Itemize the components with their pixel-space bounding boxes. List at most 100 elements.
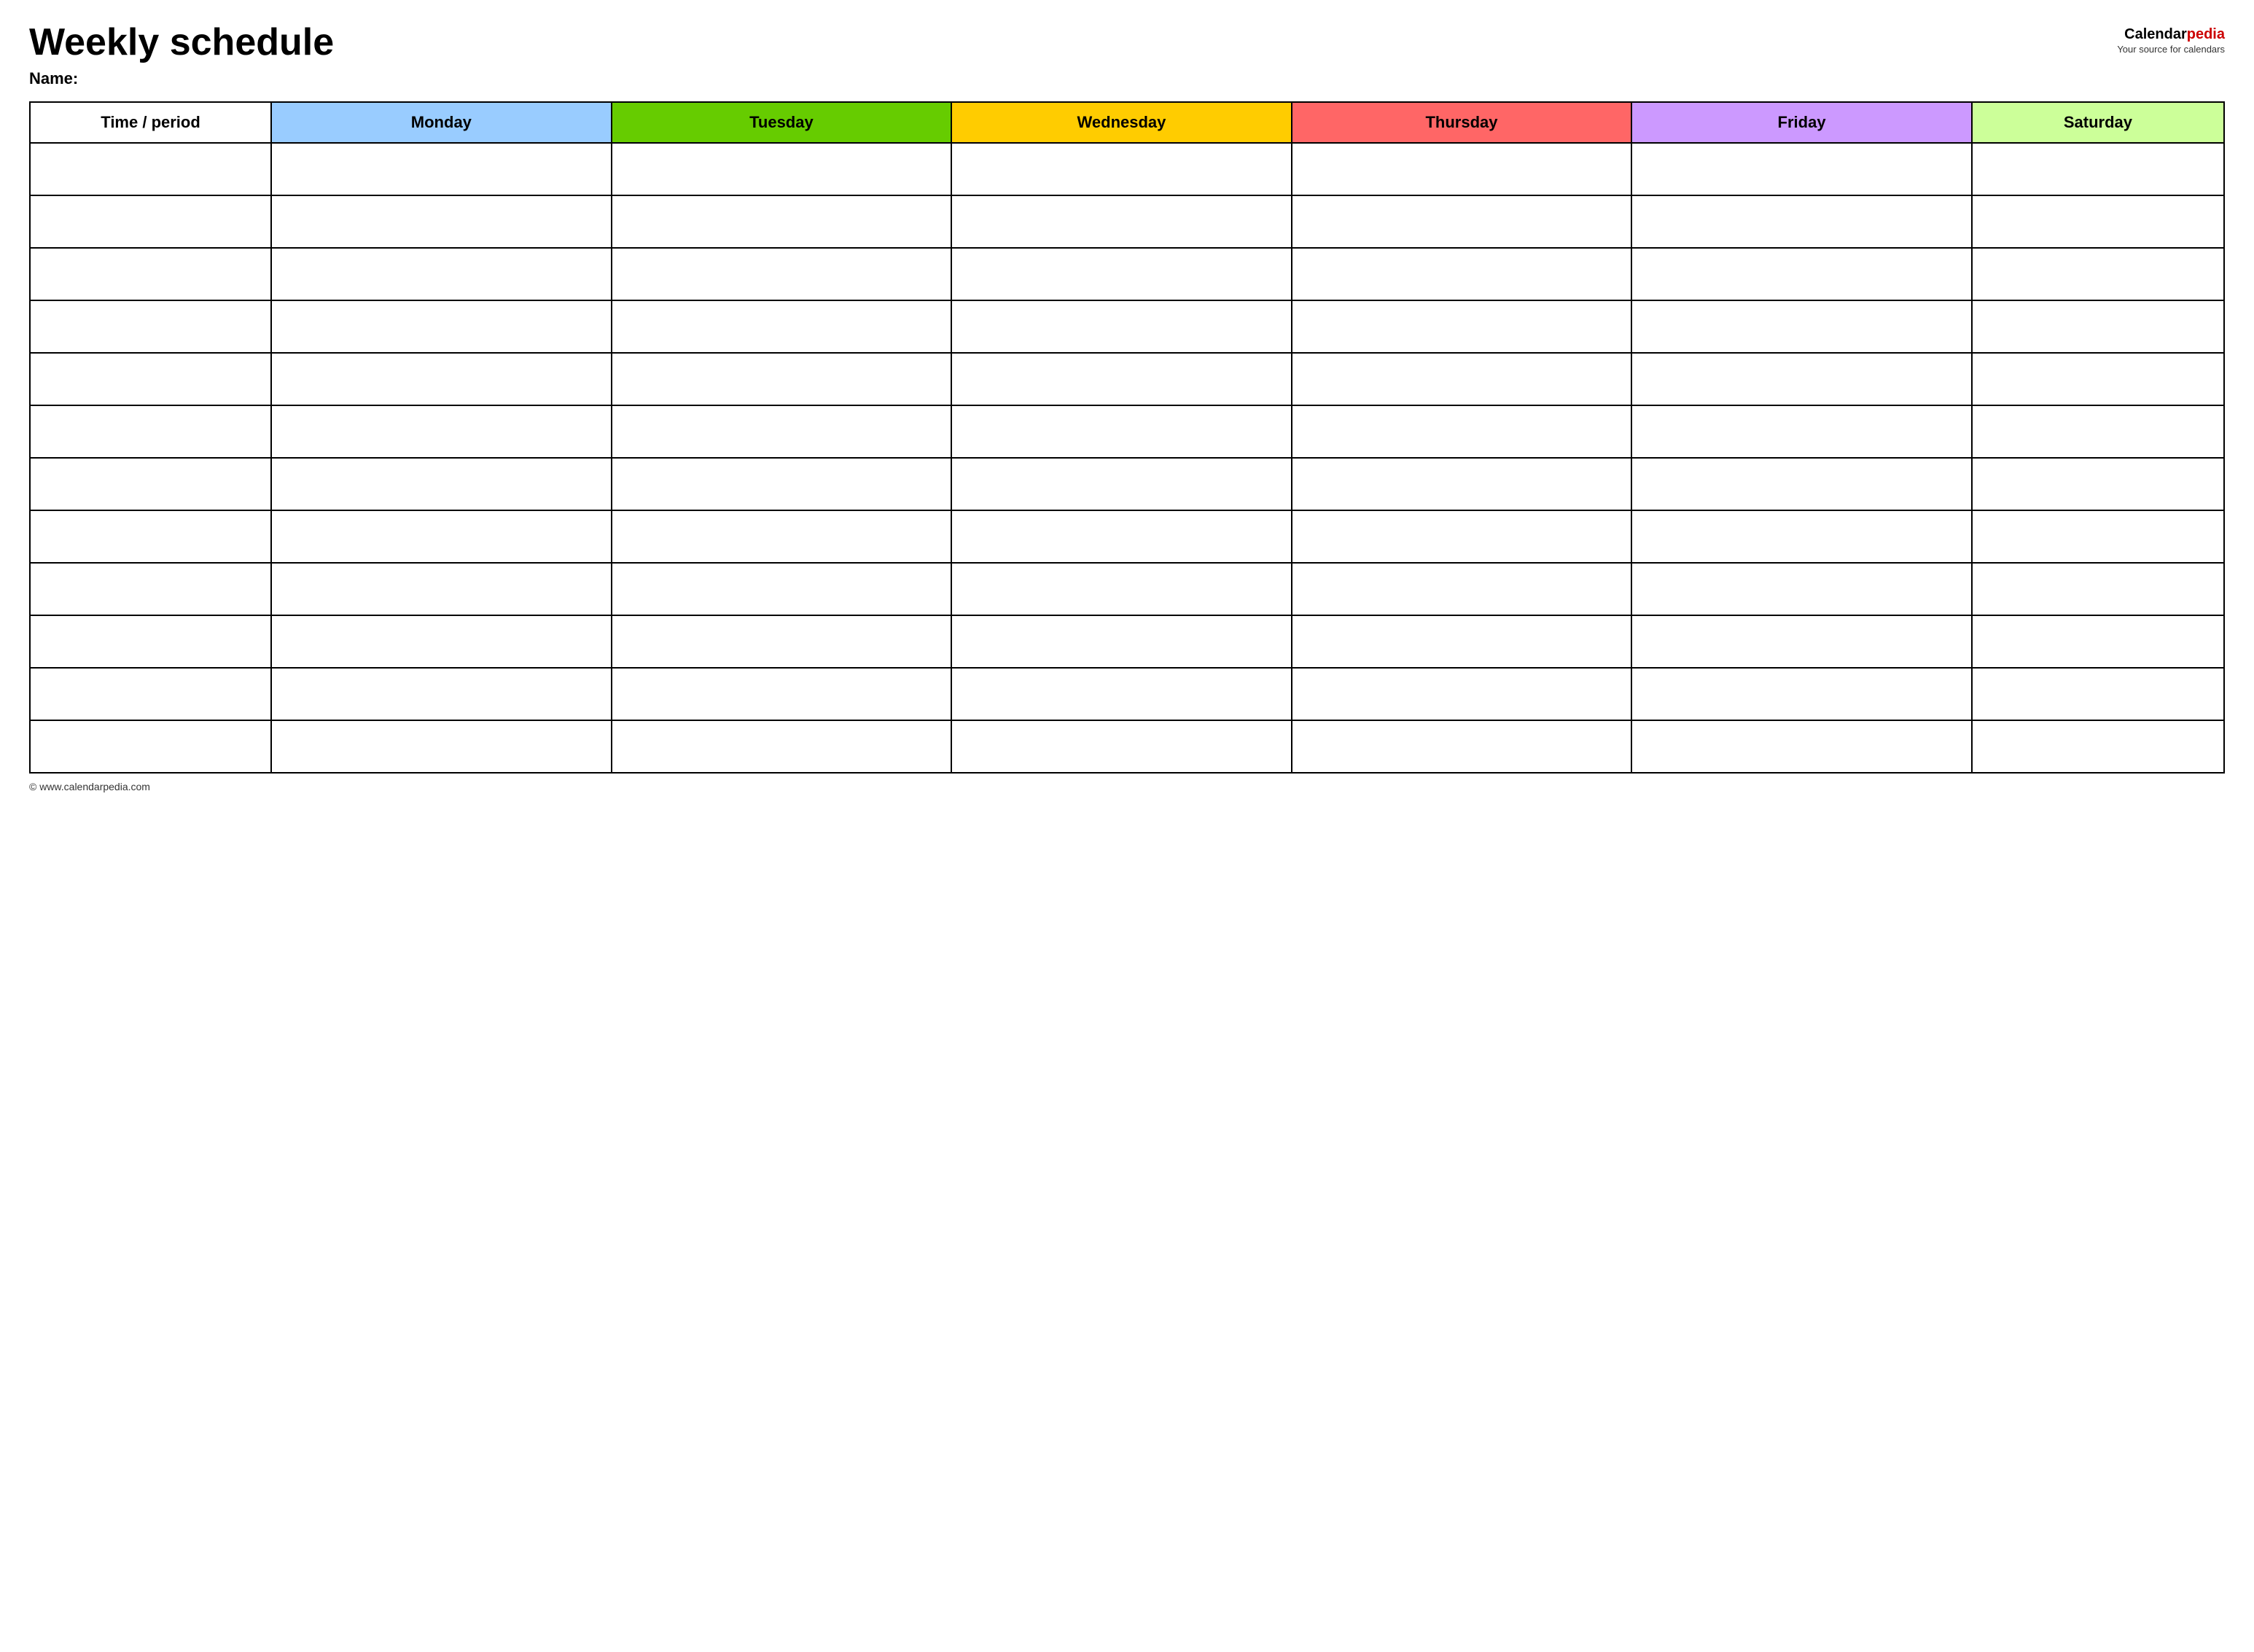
- schedule-cell[interactable]: [1631, 510, 1972, 563]
- schedule-cell[interactable]: [951, 300, 1292, 353]
- table-row: [30, 615, 2224, 668]
- time-cell[interactable]: [30, 405, 271, 458]
- schedule-cell[interactable]: [1972, 510, 2224, 563]
- schedule-cell[interactable]: [1631, 143, 1972, 195]
- schedule-cell[interactable]: [612, 458, 952, 510]
- schedule-cell[interactable]: [271, 248, 612, 300]
- table-row: [30, 143, 2224, 195]
- table-row: [30, 668, 2224, 720]
- schedule-cell[interactable]: [951, 143, 1292, 195]
- schedule-cell[interactable]: [612, 615, 952, 668]
- schedule-cell[interactable]: [612, 510, 952, 563]
- schedule-cell[interactable]: [1972, 143, 2224, 195]
- schedule-cell[interactable]: [271, 353, 612, 405]
- col-header-wednesday: Wednesday: [951, 102, 1292, 143]
- col-header-tuesday: Tuesday: [612, 102, 952, 143]
- schedule-cell[interactable]: [1972, 563, 2224, 615]
- schedule-cell[interactable]: [612, 353, 952, 405]
- time-cell[interactable]: [30, 615, 271, 668]
- schedule-cell[interactable]: [951, 720, 1292, 773]
- schedule-cell[interactable]: [1972, 195, 2224, 248]
- schedule-cell[interactable]: [271, 300, 612, 353]
- schedule-cell[interactable]: [1972, 458, 2224, 510]
- schedule-cell[interactable]: [1292, 405, 1632, 458]
- schedule-cell[interactable]: [271, 720, 612, 773]
- schedule-cell[interactable]: [1631, 353, 1972, 405]
- schedule-cell[interactable]: [1631, 458, 1972, 510]
- schedule-cell[interactable]: [951, 353, 1292, 405]
- schedule-cell[interactable]: [271, 143, 612, 195]
- name-label: Name:: [29, 69, 334, 88]
- schedule-cell[interactable]: [271, 563, 612, 615]
- logo-pedia-text: pedia: [2187, 26, 2225, 42]
- schedule-cell[interactable]: [271, 668, 612, 720]
- schedule-cell[interactable]: [1972, 248, 2224, 300]
- schedule-cell[interactable]: [1292, 563, 1632, 615]
- table-row: [30, 195, 2224, 248]
- schedule-cell[interactable]: [612, 668, 952, 720]
- schedule-cell[interactable]: [951, 405, 1292, 458]
- schedule-cell[interactable]: [951, 563, 1292, 615]
- time-cell[interactable]: [30, 668, 271, 720]
- schedule-cell[interactable]: [1631, 668, 1972, 720]
- schedule-cell[interactable]: [1631, 300, 1972, 353]
- schedule-cell[interactable]: [1972, 353, 2224, 405]
- time-cell[interactable]: [30, 510, 271, 563]
- schedule-cell[interactable]: [1972, 300, 2224, 353]
- schedule-cell[interactable]: [951, 615, 1292, 668]
- schedule-cell[interactable]: [1631, 615, 1972, 668]
- schedule-cell[interactable]: [612, 405, 952, 458]
- schedule-cell[interactable]: [951, 510, 1292, 563]
- schedule-cell[interactable]: [1292, 353, 1632, 405]
- schedule-cell[interactable]: [271, 510, 612, 563]
- time-cell[interactable]: [30, 458, 271, 510]
- schedule-cell[interactable]: [951, 248, 1292, 300]
- schedule-cell[interactable]: [1292, 195, 1632, 248]
- schedule-cell[interactable]: [1292, 510, 1632, 563]
- table-row: [30, 248, 2224, 300]
- schedule-cell[interactable]: [1631, 720, 1972, 773]
- col-header-monday: Monday: [271, 102, 612, 143]
- schedule-cell[interactable]: [612, 300, 952, 353]
- table-row: [30, 405, 2224, 458]
- schedule-cell[interactable]: [951, 458, 1292, 510]
- schedule-cell[interactable]: [1292, 615, 1632, 668]
- schedule-cell[interactable]: [1631, 405, 1972, 458]
- schedule-cell[interactable]: [271, 195, 612, 248]
- time-cell[interactable]: [30, 563, 271, 615]
- schedule-cell[interactable]: [1972, 720, 2224, 773]
- schedule-cell[interactable]: [1292, 143, 1632, 195]
- schedule-cell[interactable]: [271, 405, 612, 458]
- time-cell[interactable]: [30, 195, 271, 248]
- schedule-table: Time / period Monday Tuesday Wednesday T…: [29, 101, 2225, 774]
- schedule-cell[interactable]: [1292, 248, 1632, 300]
- schedule-cell[interactable]: [1972, 405, 2224, 458]
- schedule-cell[interactable]: [271, 458, 612, 510]
- schedule-cell[interactable]: [1631, 248, 1972, 300]
- schedule-cell[interactable]: [1972, 668, 2224, 720]
- schedule-cell[interactable]: [951, 195, 1292, 248]
- schedule-cell[interactable]: [612, 195, 952, 248]
- schedule-cell[interactable]: [612, 563, 952, 615]
- schedule-cell[interactable]: [1631, 195, 1972, 248]
- schedule-cell[interactable]: [1631, 563, 1972, 615]
- schedule-cell[interactable]: [612, 143, 952, 195]
- time-cell[interactable]: [30, 720, 271, 773]
- schedule-cell[interactable]: [1292, 720, 1632, 773]
- time-cell[interactable]: [30, 143, 271, 195]
- time-cell[interactable]: [30, 300, 271, 353]
- schedule-cell[interactable]: [271, 615, 612, 668]
- footer: © www.calendarpedia.com: [29, 781, 2225, 792]
- schedule-cell[interactable]: [951, 668, 1292, 720]
- schedule-cell[interactable]: [612, 248, 952, 300]
- schedule-cell[interactable]: [1972, 615, 2224, 668]
- time-cell[interactable]: [30, 353, 271, 405]
- time-cell[interactable]: [30, 248, 271, 300]
- schedule-cell[interactable]: [1292, 300, 1632, 353]
- schedule-cell[interactable]: [1292, 668, 1632, 720]
- schedule-body: [30, 143, 2224, 773]
- logo-text: Calendarpedia Your source for calendars: [2117, 25, 2225, 56]
- logo-calendar-text: Calendar: [2124, 26, 2187, 42]
- schedule-cell[interactable]: [612, 720, 952, 773]
- schedule-cell[interactable]: [1292, 458, 1632, 510]
